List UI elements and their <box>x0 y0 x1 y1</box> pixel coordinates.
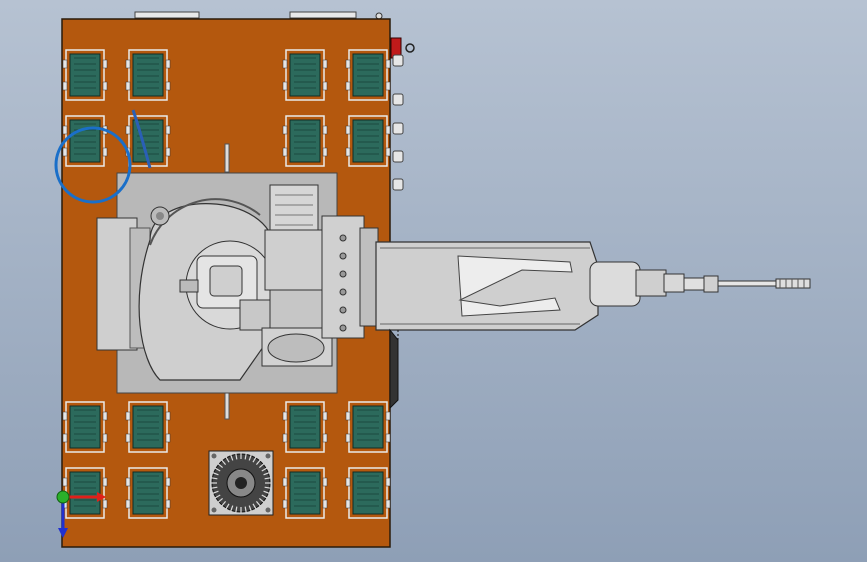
servo-motor-2[interactable] <box>125 49 171 101</box>
wrist-flange[interactable] <box>589 261 641 307</box>
gearbox[interactable] <box>208 450 274 516</box>
servo-motor-13[interactable] <box>62 467 108 519</box>
servo-motor-15[interactable] <box>282 467 328 519</box>
side-connectors <box>390 37 415 191</box>
servo-motor-14[interactable] <box>125 467 171 519</box>
servo-motor-9[interactable] <box>62 401 108 453</box>
top-screw <box>375 12 383 20</box>
cable-gland-3[interactable] <box>392 122 404 135</box>
locating-pin-bottom <box>224 392 230 420</box>
cable-gland-1[interactable] <box>392 54 404 67</box>
servo-motor-7[interactable] <box>282 115 328 167</box>
tool-tip[interactable] <box>775 278 811 289</box>
cad-viewport[interactable] <box>0 0 867 562</box>
cable-gland-2[interactable] <box>392 93 404 106</box>
elbow-housing[interactable] <box>264 229 326 291</box>
y-axis-arrow-icon <box>56 490 70 504</box>
cable-gland-5[interactable] <box>392 178 404 191</box>
locating-pin-top <box>224 143 230 173</box>
cable-gland-4[interactable] <box>392 150 404 163</box>
servo-motor-16[interactable] <box>345 467 391 519</box>
servo-motor-10[interactable] <box>125 401 171 453</box>
servo-motor-8[interactable] <box>345 115 391 167</box>
top-bracket-left <box>134 11 200 19</box>
servo-motor-5[interactable] <box>62 115 108 167</box>
tool-shaft <box>717 280 779 287</box>
servo-motor-12[interactable] <box>345 401 391 453</box>
servo-motor-1[interactable] <box>62 49 108 101</box>
servo-motor-4[interactable] <box>345 49 391 101</box>
wrist-motor-top[interactable] <box>269 184 319 236</box>
forearm <box>375 241 599 331</box>
top-bracket-right <box>289 11 357 19</box>
wrist-tool <box>589 261 811 307</box>
cad-model-scene <box>54 11 811 548</box>
servo-motor-11[interactable] <box>282 401 328 453</box>
cable-carrier <box>389 328 399 410</box>
servo-motor-3[interactable] <box>282 49 328 101</box>
robot-turret <box>138 198 276 381</box>
